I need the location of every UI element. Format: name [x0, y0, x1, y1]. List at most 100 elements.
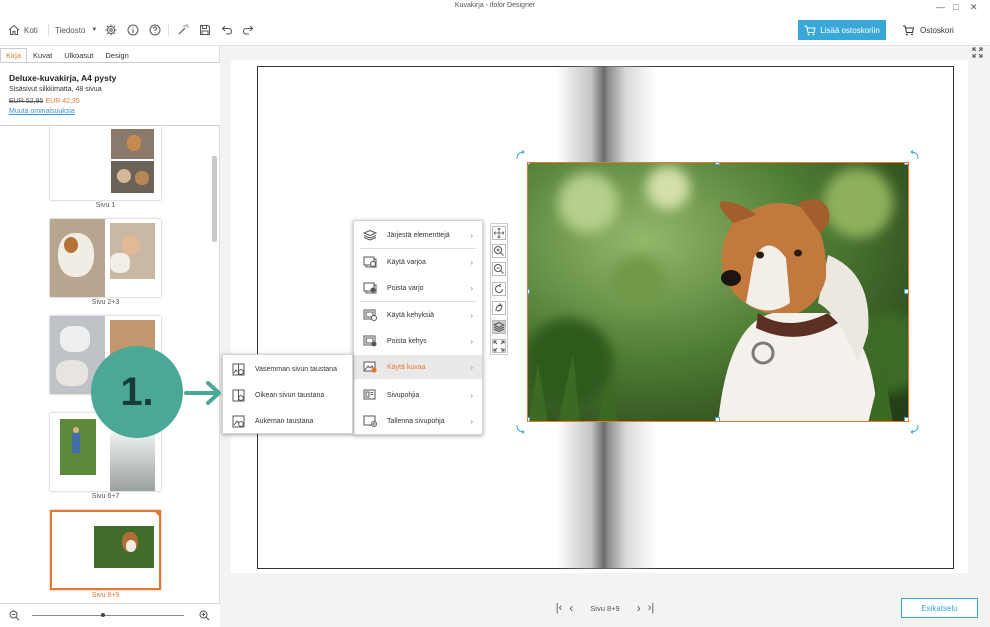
tab-design[interactable]: Design [99, 48, 134, 62]
page-label: Sivu 6+7 [91, 493, 120, 500]
preview-label: Esikatselu [921, 603, 958, 613]
tab-kuvat[interactable]: Kuvat [27, 48, 58, 62]
toolbar-divider [48, 24, 49, 36]
move-tool[interactable] [492, 226, 506, 240]
menu-item-apply-shadow[interactable]: Käytä varjoa › [354, 250, 482, 274]
chevron-right-icon: › [470, 310, 473, 320]
page-label: Sivu 1 [95, 202, 116, 209]
change-properties-link[interactable]: Muuta ominaisuuksia [9, 108, 211, 115]
tab-kirja[interactable]: Kirja [0, 48, 28, 62]
photo-thumbnail [94, 526, 154, 568]
rotate-tool[interactable] [492, 282, 506, 296]
preview-button[interactable]: Esikatselu [901, 598, 978, 618]
selected-corner-marker [153, 510, 161, 518]
save-button[interactable] [199, 23, 211, 37]
fit-tool[interactable] [492, 339, 506, 353]
zoom-in-icon [494, 246, 504, 256]
submenu-item-spread-background[interactable]: Aukeman taustana [223, 408, 352, 434]
undo-button[interactable] [221, 23, 233, 37]
toolbar-divider [168, 24, 169, 36]
menu-item-remove-frame[interactable]: Poista kehys › [354, 329, 482, 353]
page-thumbnail-selected[interactable] [50, 510, 161, 590]
rotate-handle-icon[interactable] [515, 150, 525, 160]
menu-separator [360, 248, 476, 249]
first-page-icon[interactable]: |‹ [556, 602, 563, 614]
magic-wand-icon [178, 24, 189, 35]
cart-button[interactable]: Ostoskori [902, 20, 960, 40]
zoom-in-icon[interactable] [199, 610, 210, 621]
menu-item-use-image[interactable]: Käytä kuvaa › [354, 355, 482, 379]
help-button[interactable] [149, 23, 161, 37]
file-menu-button[interactable]: Tiedosto ▼ [55, 23, 97, 37]
old-price: EUR 52,95 [9, 98, 44, 105]
zoom-in-tool[interactable] [492, 244, 506, 258]
rotate-handle-icon[interactable] [515, 424, 525, 434]
resize-handle[interactable] [528, 163, 530, 165]
submenu-item-right-page-background[interactable]: Oikean sivun taustana [223, 382, 352, 408]
product-subtitle: Sisäsivut silkkimatta, 48 sivua [9, 86, 102, 93]
menu-item-label: Käytä kuvaa [387, 363, 426, 371]
menu-item-arrange-elements[interactable]: Järjestä elementtejä › [354, 223, 482, 247]
zoom-slider[interactable] [32, 615, 184, 616]
chevron-right-icon: › [470, 230, 473, 240]
redo-button[interactable] [242, 23, 254, 37]
previous-page-icon[interactable]: ‹ [569, 601, 573, 615]
fullscreen-button[interactable] [972, 47, 983, 58]
menu-item-label: Tallenna sivupohja [387, 417, 445, 425]
rotate-handle-icon[interactable] [910, 150, 920, 160]
maximize-button[interactable]: □ [953, 1, 958, 13]
layers-tool[interactable] [492, 320, 506, 334]
product-name: Deluxe-kuvakirja, A4 pysty [9, 73, 117, 83]
last-page-icon[interactable]: ›| [648, 602, 655, 614]
cart-icon [903, 25, 915, 35]
magic-wand-button[interactable] [177, 23, 189, 37]
page-thumbnail[interactable] [50, 219, 161, 297]
settings-button[interactable] [105, 23, 117, 37]
save-icon [200, 25, 210, 35]
close-button[interactable]: ✕ [970, 1, 978, 13]
page-label: Sivu 8+9 [91, 592, 120, 599]
info-button[interactable] [127, 23, 139, 37]
home-icon [8, 24, 20, 35]
shadow-icon [363, 256, 377, 268]
zoom-out-icon[interactable] [9, 610, 20, 621]
chevron-right-icon: › [470, 416, 473, 426]
home-button[interactable]: Koti [8, 23, 38, 37]
dog-photo[interactable] [527, 162, 909, 422]
image-tools [490, 223, 508, 355]
arrow-right-icon [184, 381, 221, 405]
flip-tool[interactable] [492, 301, 506, 315]
submenu-item-left-page-background[interactable]: Vasemman sivun taustana [223, 356, 352, 382]
dog-photo-image [528, 163, 908, 421]
page-thumbnail[interactable] [50, 127, 161, 200]
remove-shadow-icon [363, 282, 377, 294]
product-info: Deluxe-kuvakirja, A4 pysty Sisäsivut sil… [0, 62, 220, 126]
zoom-slider-thumb[interactable] [101, 613, 105, 617]
resize-handle[interactable] [528, 289, 530, 294]
resize-handle[interactable] [715, 163, 720, 165]
zoom-out-icon [494, 264, 504, 274]
frame-icon [363, 309, 377, 321]
menu-item-remove-shadow[interactable]: Poista varjo › [354, 276, 482, 300]
rotate-handle-icon[interactable] [910, 424, 920, 434]
flip-icon [495, 303, 503, 312]
menu-item-label: Poista kehys [387, 337, 427, 345]
photo-thumbnail [50, 219, 105, 297]
next-page-icon[interactable]: › [637, 601, 641, 615]
menu-item-apply-frame[interactable]: Käytä kehyksiä › [354, 303, 482, 327]
minimize-button[interactable]: — [936, 1, 945, 13]
page-navigation: |‹ ‹ Sivu 8+9 › ›| [545, 601, 665, 615]
tab-ulkoasut[interactable]: Ulkoasut [58, 48, 99, 62]
thumbnail-scrollbar[interactable] [212, 156, 217, 242]
cart-plus-icon [804, 25, 816, 35]
add-to-cart-button[interactable]: Lisää ostoskoriin [798, 20, 886, 40]
menu-item-templates[interactable]: Sivupohjia › [354, 383, 482, 407]
step-number: 1. [120, 369, 154, 414]
submenu-item-label: Oikean sivun taustana [255, 391, 325, 399]
zoom-out-tool[interactable] [492, 262, 506, 276]
menu-item-save-template[interactable]: Tallenna sivupohja › [354, 409, 482, 433]
photo-thumbnail [111, 129, 154, 159]
dropdown-arrow-icon: ▼ [91, 27, 98, 33]
menu-item-label: Käytä kehyksiä [387, 311, 435, 319]
info-icon [127, 24, 139, 36]
